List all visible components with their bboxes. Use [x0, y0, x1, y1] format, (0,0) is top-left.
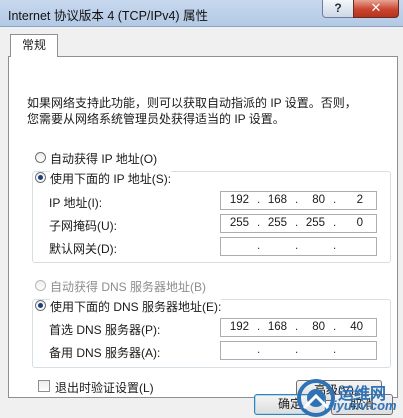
ip-address-dot: . [295, 194, 299, 206]
ip-manual-radio[interactable] [35, 172, 46, 183]
ip-address-input[interactable]: 192 . 168 . 80 . 2 [220, 191, 377, 210]
preferred-dns-octet-3: 80 [312, 321, 325, 333]
ip-manual-label[interactable]: 使用下面的 IP 地址(S): [50, 170, 172, 187]
preferred-dns-dot: . [295, 321, 299, 333]
dns-auto-label[interactable]: 自动获得 DNS 服务器地址(B) [50, 278, 206, 295]
ip-address-label: IP 地址(I): [49, 196, 103, 210]
subnet-mask-input[interactable]: 255 . 255 . 255 . 0 [220, 214, 377, 233]
subnet-mask-octet-1: 255 [229, 217, 249, 229]
tab-general[interactable]: 常规 [10, 34, 58, 57]
tab-general-label: 常规 [21, 38, 46, 52]
alternate-dns-input[interactable]: . . . [220, 341, 377, 360]
description-line-1: 如果网络支持此功能，则可以获取自动指派的 IP 设置。否则， [27, 96, 357, 110]
subnet-mask-label: 子网掩码(U): [49, 219, 117, 233]
ip-address-octet-4: 2 [356, 194, 363, 206]
validate-checkbox[interactable] [38, 380, 50, 392]
subnet-mask-dot: . [333, 217, 337, 229]
close-icon: ✕ [370, 0, 382, 15]
subnet-mask-octet-2: 255 [267, 217, 287, 229]
gateway-dot: . [333, 240, 337, 252]
ip-address-octet-2: 168 [267, 194, 287, 206]
preferred-dns-label: 首选 DNS 服务器(P): [49, 323, 161, 337]
preferred-dns-octet-2: 168 [267, 321, 287, 333]
description-line-2: 您需要从网络系统管理员处获得适当的 IP 设置。 [27, 112, 285, 126]
gateway-input[interactable]: . . . [220, 237, 377, 256]
window-title: Internet 协议版本 4 (TCP/IPv4) 属性 [8, 9, 209, 23]
dns-manual-label[interactable]: 使用下面的 DNS 服务器地址(E): [50, 298, 222, 315]
validate-label[interactable]: 退出时验证设置(L) [55, 379, 154, 396]
alternate-dns-label: 备用 DNS 服务器(A): [49, 346, 161, 360]
dns-manual-radio[interactable] [35, 300, 46, 311]
dialog-body: 常规 如果网络支持此功能，则可以获取自动指派的 IP 设置。否则， 您需要从网络… [0, 27, 403, 418]
ip-address-octet-3: 80 [312, 194, 325, 206]
preferred-dns-dot: . [333, 321, 337, 333]
gateway-label: 默认网关(D): [49, 242, 117, 256]
ip-address-dot: . [333, 194, 337, 206]
alternate-dns-dot: . [257, 344, 261, 356]
watermark-logo-icon [297, 379, 335, 417]
general-panel: 如果网络支持此功能，则可以获取自动指派的 IP 设置。否则， 您需要从网络系统管… [8, 56, 398, 401]
help-icon: ? [334, 1, 342, 15]
ip-auto-radio[interactable] [35, 152, 46, 163]
ip-auto-label[interactable]: 自动获得 IP 地址(O) [50, 150, 157, 167]
gateway-dot: . [295, 240, 299, 252]
subnet-mask-octet-3: 255 [305, 217, 325, 229]
ip-address-octet-1: 192 [229, 194, 249, 206]
preferred-dns-octet-1: 192 [229, 321, 249, 333]
subnet-mask-dot: . [295, 217, 299, 229]
preferred-dns-dot: . [257, 321, 261, 333]
help-button[interactable]: ? [322, 0, 354, 18]
close-button[interactable]: ✕ [353, 0, 399, 18]
preferred-dns-input[interactable]: 192 . 168 . 80 . 40 [220, 318, 377, 337]
preferred-dns-octet-4: 40 [350, 321, 363, 333]
ip-address-dot: . [257, 194, 261, 206]
subnet-mask-dot: . [257, 217, 261, 229]
subnet-mask-octet-4: 0 [356, 217, 363, 229]
watermark-url: iyunv.com [333, 398, 397, 413]
dns-auto-radio[interactable] [35, 280, 46, 291]
title-bar: Internet 协议版本 4 (TCP/IPv4) 属性 ? ✕ [0, 0, 403, 27]
gateway-dot: . [257, 240, 261, 252]
alternate-dns-dot: . [295, 344, 299, 356]
alternate-dns-dot: . [333, 344, 337, 356]
